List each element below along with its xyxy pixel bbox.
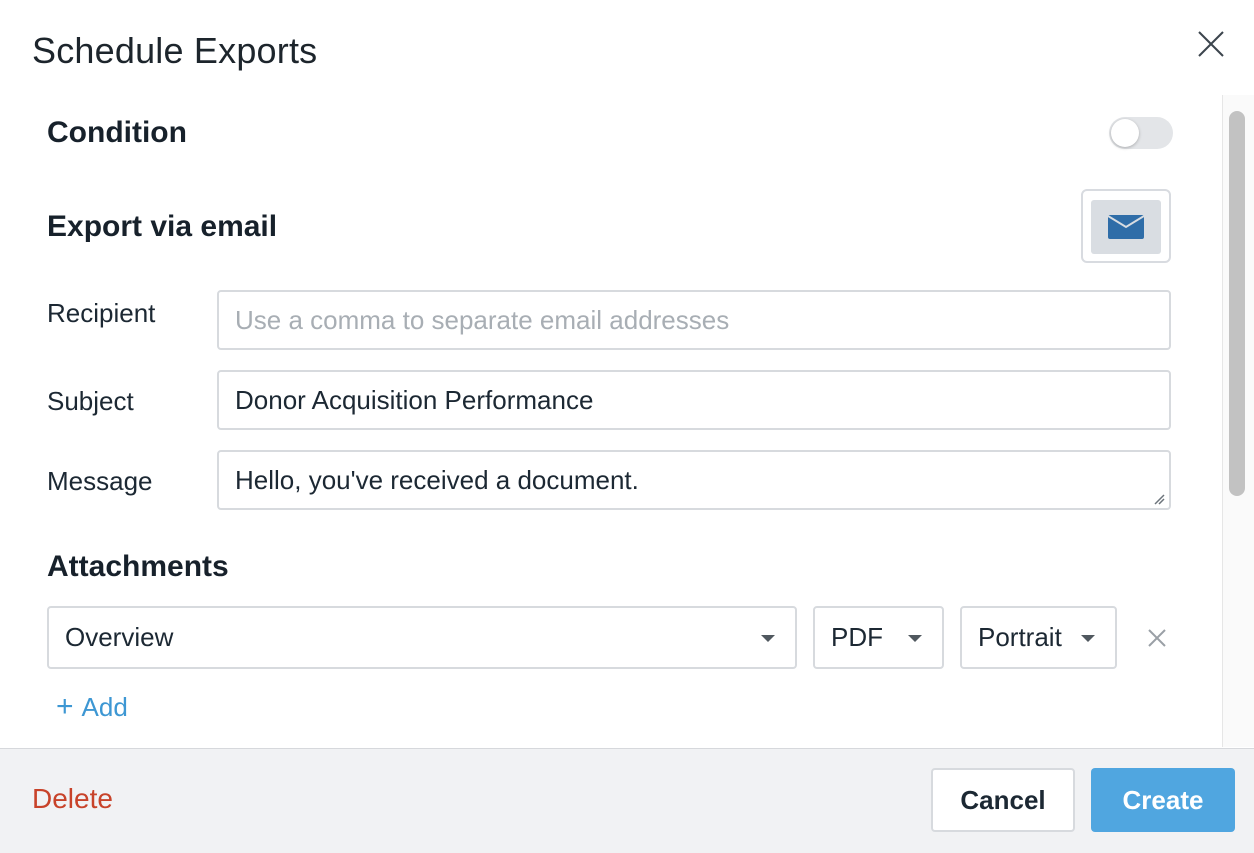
- remove-attachment-icon[interactable]: [1146, 627, 1168, 649]
- email-export-button[interactable]: [1081, 189, 1171, 263]
- recipient-label: Recipient: [47, 298, 156, 328]
- recipient-input[interactable]: Use a comma to separate email addresses: [217, 290, 1171, 350]
- message-text: Hello, you've received a document.: [235, 465, 639, 495]
- chevron-down-icon: [761, 635, 775, 642]
- message-textarea[interactable]: Hello, you've received a document.: [217, 450, 1171, 510]
- condition-heading: Condition: [47, 116, 187, 149]
- delete-button[interactable]: Delete: [32, 783, 113, 815]
- condition-toggle[interactable]: [1109, 117, 1173, 149]
- dialog-footer: Delete Cancel Create: [0, 748, 1254, 853]
- attachment-orientation-select[interactable]: Portrait: [960, 606, 1117, 669]
- add-attachment-button[interactable]: + Add: [56, 690, 128, 724]
- attachment-orientation-value: Portrait: [978, 622, 1062, 652]
- toggle-knob: [1111, 119, 1139, 147]
- scrollbar-thumb[interactable]: [1229, 111, 1245, 496]
- envelope-icon: [1108, 215, 1144, 239]
- plus-icon: +: [56, 690, 74, 723]
- attachment-dashboard-value: Overview: [65, 622, 174, 652]
- schedule-exports-dialog: Schedule Exports Condition Export via em…: [0, 0, 1254, 853]
- chevron-down-icon: [908, 635, 922, 642]
- dialog-title: Schedule Exports: [32, 30, 318, 71]
- export-email-heading: Export via email: [47, 210, 278, 243]
- create-button[interactable]: Create: [1091, 768, 1235, 832]
- message-label: Message: [47, 466, 153, 496]
- subject-input[interactable]: Donor Acquisition Performance: [217, 370, 1171, 430]
- attachment-dashboard-select[interactable]: Overview: [47, 606, 797, 669]
- email-export-button-face: [1091, 200, 1161, 254]
- close-icon[interactable]: [1194, 27, 1228, 61]
- subject-label: Subject: [47, 386, 134, 416]
- chevron-down-icon: [1081, 635, 1095, 642]
- resize-grip-icon[interactable]: [1153, 493, 1165, 505]
- attachment-format-value: PDF: [831, 622, 883, 652]
- cancel-button[interactable]: Cancel: [931, 768, 1075, 832]
- attachment-format-select[interactable]: PDF: [813, 606, 944, 669]
- attachments-heading: Attachments: [47, 550, 229, 583]
- add-attachment-label: Add: [81, 692, 128, 722]
